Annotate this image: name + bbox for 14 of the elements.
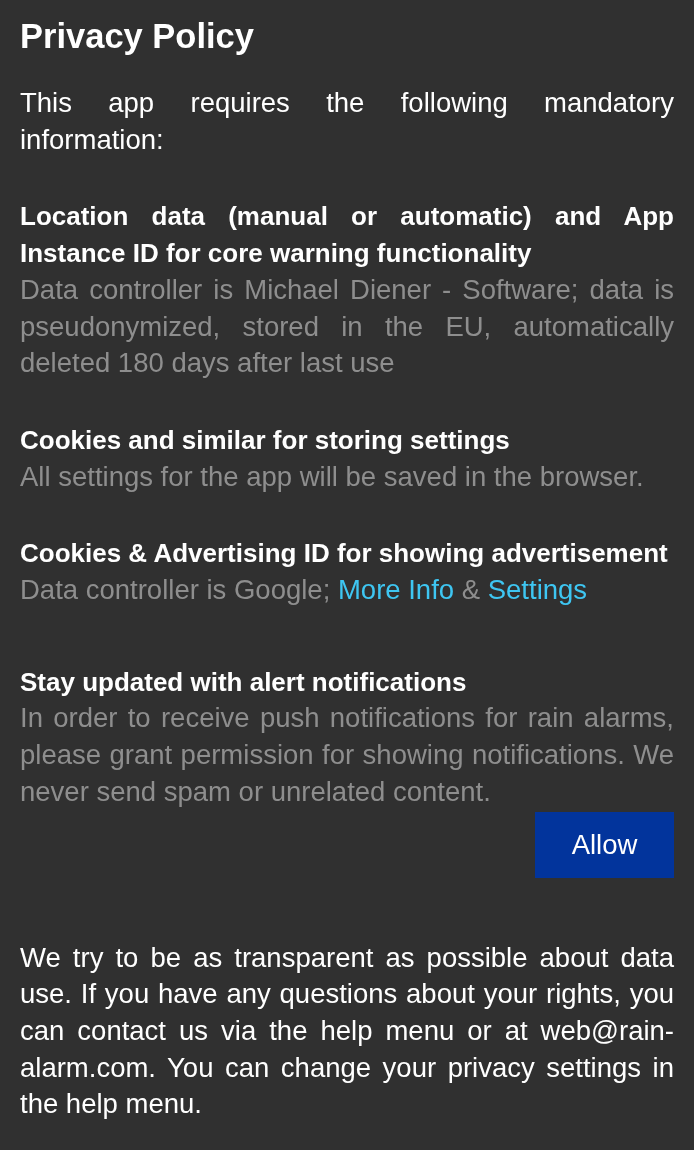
footer-text: We try to be as transparent as possible about data use. If you have any questions about your rights, you can contact us via the help menu or at web@rain-alarm.com. You can change your privacy settings in the help menu. — [20, 940, 674, 1122]
section-text: Data controller is Google; More Info & Settings — [20, 573, 589, 608]
section-text: In order to receive push notifications for rain alarms, please grant permission for showing notifications. We never send spam or unrelated content. — [20, 701, 674, 809]
section-heading: Cookies and similar for storing settings — [20, 423, 511, 457]
section-heading: Stay updated with alert notifications — [20, 665, 468, 699]
section-heading: Location data (manual or automatic) and App Instance ID for core warning functionality — [20, 200, 674, 271]
section-text: Data controller is Michael Diener - Software; data is pseudonymized, stored in the EU, automatically deleted 180 days after last use — [20, 272, 674, 381]
section-text: All settings for the app will be saved in the browser. — [20, 459, 645, 494]
intro-text: This app requires the following mandatory information: — [20, 86, 674, 157]
page-title: Privacy Policy — [20, 16, 255, 57]
section-heading: Cookies & Advertising ID for showing advertisement — [20, 537, 669, 571]
allow-button[interactable]: Allow — [535, 811, 674, 878]
text-link[interactable]: Settings — [487, 574, 588, 606]
text-link[interactable]: More Info — [337, 574, 455, 606]
